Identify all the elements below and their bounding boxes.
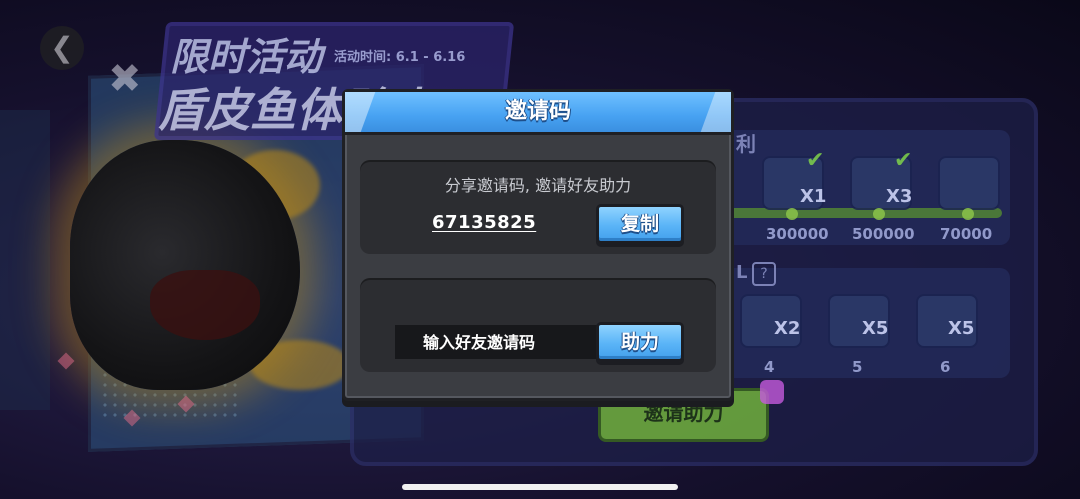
check-icon: ✔ [806,148,825,173]
share-code-section: 分享邀请码, 邀请好友助力 67135825 复制 [360,160,716,254]
share-caption: 分享邀请码, 邀请好友助力 [444,176,632,195]
step-label: 6 [940,358,951,376]
friend-code-input[interactable] [395,325,600,359]
fish-mouth [150,270,260,340]
back-icon: ❮ [50,31,74,64]
reward-qty: X3 [886,186,913,207]
reward-item[interactable] [938,156,1000,210]
points-label: 300000 [766,225,829,243]
my-invite-code: 67135825 [432,212,537,233]
reward-qty: X5 [862,318,889,339]
close-icon[interactable]: ✖ [108,56,142,102]
home-indicator[interactable] [402,484,678,490]
event-time: 活动时间: 6.1 - 6.16 [334,50,466,65]
dialog-header: 邀请码 [345,92,731,135]
reward-qty: X2 [774,318,801,339]
left-side-panel [0,110,50,410]
section-label: L [736,262,748,283]
step-label: 4 [764,358,775,376]
progress-dot [962,208,974,220]
copy-button[interactable]: 复制 [596,204,684,244]
step-label: 5 [852,358,863,376]
assist-friend-section: 助力 [360,278,716,372]
help-icon[interactable]: ? [752,262,776,286]
progress-dot [786,208,798,220]
points-label: 500000 [852,225,915,243]
progress-dot [873,208,885,220]
points-label: 70000 [940,225,993,243]
refresh-icon[interactable] [760,380,784,404]
section-label: 利 [736,132,756,156]
reward-qty: X1 [800,186,827,207]
spark-decoration [57,352,75,370]
event-title: 限时活动 [170,35,323,79]
back-button[interactable]: ❮ [40,26,84,70]
check-icon: ✔ [894,148,913,173]
dialog-title: 邀请码 [504,99,571,124]
reward-qty: X5 [948,318,975,339]
invite-code-dialog: 邀请码 分享邀请码, 邀请好友助力 67135825 复制 助力 [342,89,734,401]
assist-button[interactable]: 助力 [596,322,684,362]
